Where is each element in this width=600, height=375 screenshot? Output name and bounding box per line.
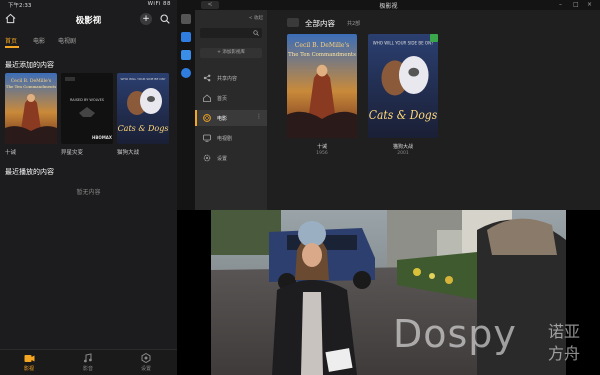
gear-icon (141, 353, 151, 363)
search-input[interactable] (200, 28, 262, 38)
sidebar-item-home[interactable]: 首页 (195, 90, 267, 106)
tab-home[interactable]: 首页 (5, 36, 17, 45)
poster-art: WHO WILL YOUR SIDE BE ON? Cats & Dogs (368, 34, 438, 138)
film-icon (203, 114, 211, 122)
poster-title: 十诫 (5, 150, 17, 156)
poster-art: Cecil B. DeMille's The Ten Commandments (287, 34, 357, 138)
view-toggle-icon[interactable] (287, 18, 299, 27)
poster-title: 十诫 (316, 144, 327, 150)
nav-label: 影音 (82, 366, 93, 372)
poster-cats-and-dogs[interactable]: WHO WILL YOUR SIDE BE ON? Cats & Dogs (368, 34, 438, 138)
bottom-nav: 影视 影音 设置 (0, 349, 177, 375)
search-icon[interactable] (160, 14, 170, 24)
tab-tv[interactable]: 电视剧 (58, 36, 76, 45)
poster-year: 2001 (397, 151, 409, 156)
section-recent-added: 最近添加的内容 (5, 61, 54, 69)
poster-cats-and-dogs[interactable]: WHO WILL YOUR SIDE BE ON? Cats & Dogs (117, 73, 169, 144)
more-icon[interactable]: ⋮ (256, 113, 262, 120)
status-indicators: WiFi 88 (147, 1, 171, 7)
gear-icon (203, 154, 211, 162)
nav-item-settings[interactable]: 设置 (131, 353, 161, 372)
add-library-button[interactable]: + 添加影视库 (200, 48, 262, 58)
content-area: 全部内容 共2部 Cecil B. DeMille's The Ten Comm… (267, 10, 600, 210)
app-rail (177, 10, 195, 210)
collapse-button[interactable]: < 收起 (249, 15, 263, 21)
svg-text:The Ten Commandments: The Ten Commandments (288, 52, 356, 58)
item-count: 共2部 (347, 21, 361, 27)
svg-text:Cats & Dogs: Cats & Dogs (118, 124, 169, 133)
sidebar-item-label: 电视剧 (217, 136, 233, 142)
status-bar: 下午2:33 WiFi 88 (0, 0, 177, 10)
watermark-cn-1: 诺亚 (548, 322, 581, 341)
home-icon (203, 94, 211, 102)
desktop-app: < 极影视 – □ × < 收起 + 添加影视库 共享内容 首页 电影 ⋮ 电视… (177, 0, 600, 210)
svg-text:WHO WILL YOUR SIDE BE ON?: WHO WILL YOUR SIDE BE ON? (120, 77, 165, 81)
nav-label: 影视 (23, 366, 34, 372)
app-bar: 极影视 + (0, 10, 177, 30)
minimize-icon[interactable]: – (559, 1, 562, 8)
svg-text:The Ten Commandments: The Ten Commandments (6, 84, 56, 89)
poster-title: 猫狗大战 (392, 144, 413, 150)
tab-indicator (5, 46, 19, 48)
nav-item-films[interactable]: 影视 (14, 353, 44, 372)
window-titlebar: < 极影视 – □ × (177, 0, 600, 10)
poster-ten-commandments[interactable]: Cecil B. DeMille's The Ten Commandments (5, 73, 57, 144)
apps-grid-icon[interactable] (181, 14, 191, 24)
window-title: 极影视 (379, 3, 398, 10)
nav-label: 设置 (140, 366, 151, 372)
close-icon[interactable]: × (587, 1, 592, 8)
svg-text:HBOMAX: HBOMAX (92, 135, 112, 140)
page-title: 全部内容 (305, 19, 335, 28)
category-tabs: 首页 电影 电视剧 (0, 34, 177, 48)
sidebar-item-tv[interactable]: 电视剧 (195, 130, 267, 146)
browser-icon[interactable] (181, 68, 191, 78)
sidebar-item-label: 首页 (217, 96, 228, 102)
svg-text:Cecil B. DeMille's: Cecil B. DeMille's (295, 41, 350, 49)
svg-text:Cats & Dogs: Cats & Dogs (369, 109, 438, 123)
watermark-cn-2: 方舟 (548, 344, 581, 363)
poster-title: 异星灾变 (61, 150, 84, 156)
music-icon (84, 353, 92, 363)
sidebar-item-movies[interactable]: 电影 ⋮ (195, 110, 267, 126)
sidebar-item-label: 电影 (217, 116, 228, 122)
empty-state: 暂无内容 (76, 189, 101, 196)
share-icon (203, 74, 211, 82)
section-recent-played: 最近播放的内容 (5, 168, 54, 176)
poster-raised-by-wolves[interactable]: RAISED BY WOLVES HBOMAX (61, 73, 113, 144)
tv-icon (203, 134, 211, 142)
maximize-icon[interactable]: □ (573, 1, 579, 8)
phone-app: 下午2:33 WiFi 88 极影视 + 首页 电影 电视剧 最近添加的内容 C… (0, 0, 177, 375)
folder-icon[interactable] (181, 50, 191, 60)
poster-year: 1956 (316, 151, 328, 156)
poster-art: WHO WILL YOUR SIDE BE ON? Cats & Dogs (117, 73, 169, 144)
video-player[interactable] (177, 210, 600, 375)
search-icon (253, 30, 259, 36)
watermark-brand: Dospy (393, 312, 517, 356)
svg-text:RAISED BY WOLVES: RAISED BY WOLVES (70, 98, 105, 102)
tab-movies[interactable]: 电影 (33, 36, 45, 45)
poster-art: Cecil B. DeMille's The Ten Commandments (5, 73, 57, 144)
poster-title: 猫狗大战 (117, 150, 140, 156)
poster-ten-commandments[interactable]: Cecil B. DeMille's The Ten Commandments (287, 34, 357, 138)
watched-badge (430, 34, 438, 42)
sidebar-item-settings[interactable]: 设置 (195, 150, 267, 166)
video-frame (177, 210, 600, 375)
status-time: 下午2:33 (8, 3, 32, 9)
add-button[interactable]: + (140, 13, 152, 25)
media-app-icon[interactable] (181, 32, 191, 42)
sidebar-item-label: 共享内容 (217, 76, 238, 82)
film-icon (24, 355, 34, 362)
sidebar-item-label: 设置 (217, 156, 228, 162)
nav-item-media[interactable]: 影音 (73, 353, 103, 372)
sidebar-item-shared[interactable]: 共享内容 (195, 70, 267, 86)
sidebar: < 收起 + 添加影视库 共享内容 首页 电影 ⋮ 电视剧 设置 (195, 10, 267, 210)
svg-text:WHO WILL YOUR SIDE BE ON?: WHO WILL YOUR SIDE BE ON? (373, 40, 434, 45)
poster-art: RAISED BY WOLVES HBOMAX (61, 73, 113, 144)
